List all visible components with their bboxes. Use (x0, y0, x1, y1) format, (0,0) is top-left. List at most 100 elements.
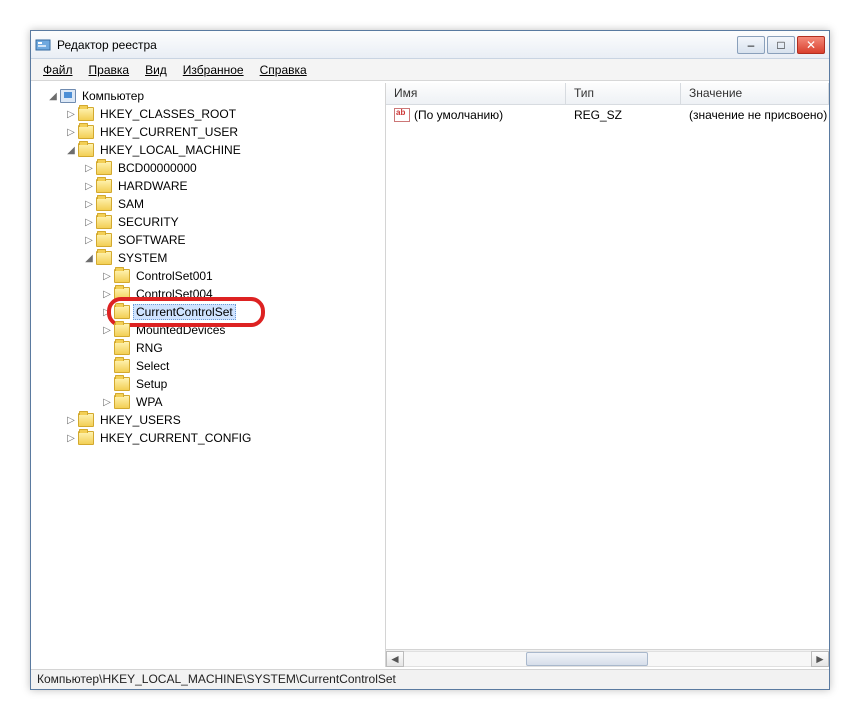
menu-file-label: Файл (43, 63, 73, 77)
expand-icon[interactable]: ▷ (101, 307, 113, 318)
tree-label: RNG (133, 340, 166, 356)
collapse-icon[interactable]: ◢ (65, 145, 77, 156)
column-value[interactable]: Значение (681, 83, 829, 104)
tree-label: HARDWARE (115, 178, 191, 194)
folder-icon (96, 215, 112, 229)
tree-item-system[interactable]: ◢ SYSTEM (33, 249, 385, 267)
tree-label: HKEY_LOCAL_MACHINE (97, 142, 244, 158)
tree-item-currentcontrolset[interactable]: ▷ CurrentControlSet (33, 303, 385, 321)
tree-label: BCD00000000 (115, 160, 200, 176)
tree-item-software[interactable]: ▷ SOFTWARE (33, 231, 385, 249)
value-row-default[interactable]: (По умолчанию) REG_SZ (значение не присв… (386, 105, 829, 125)
scroll-track[interactable] (404, 651, 811, 667)
tree-item-bcd[interactable]: ▷ BCD00000000 (33, 159, 385, 177)
tree-item-hkcc[interactable]: ▷ HKEY_CURRENT_CONFIG (33, 429, 385, 447)
menu-help-label: Справка (260, 63, 307, 77)
expand-icon[interactable]: ▷ (101, 397, 113, 408)
column-type[interactable]: Тип (566, 83, 681, 104)
minimize-button[interactable]: – (737, 36, 765, 54)
menu-edit-label: Правка (89, 63, 130, 77)
menu-edit[interactable]: Правка (83, 61, 136, 79)
expand-icon[interactable]: ▷ (65, 415, 77, 426)
tree-label: MountedDevices (133, 322, 228, 338)
tree-item-setup[interactable]: Setup (33, 375, 385, 393)
menu-help[interactable]: Справка (254, 61, 313, 79)
tree-item-hardware[interactable]: ▷ HARDWARE (33, 177, 385, 195)
tree-item-hkcr[interactable]: ▷ HKEY_CLASSES_ROOT (33, 105, 385, 123)
close-button[interactable]: ✕ (797, 36, 825, 54)
expand-icon[interactable]: ▷ (65, 109, 77, 120)
menu-view[interactable]: Вид (139, 61, 173, 79)
string-value-icon (394, 108, 410, 122)
window-frame: Редактор реестра – □ ✕ Файл Правка Вид И… (30, 30, 830, 690)
tree-item-select[interactable]: Select (33, 357, 385, 375)
tree-item-mounteddevices[interactable]: ▷ MountedDevices (33, 321, 385, 339)
folder-icon (78, 413, 94, 427)
tree-item-rng[interactable]: RNG (33, 339, 385, 357)
collapse-icon[interactable]: ◢ (47, 91, 59, 102)
tree-label: ControlSet004 (133, 286, 216, 302)
folder-icon (78, 143, 94, 157)
menubar: Файл Правка Вид Избранное Справка (31, 59, 829, 81)
menu-file[interactable]: Файл (37, 61, 79, 79)
column-name[interactable]: Имя (386, 83, 566, 104)
folder-icon (114, 395, 130, 409)
tree-item-computer[interactable]: ◢ Компьютер (33, 87, 385, 105)
values-pane: Имя Тип Значение (По умолчанию) REG_SZ (… (386, 83, 829, 667)
expand-icon[interactable]: ▷ (101, 325, 113, 336)
tree-pane[interactable]: ◢ Компьютер ▷ HKEY_CLASSES_ROOT ▷ HKEY_C… (31, 83, 386, 667)
expand-icon[interactable]: ▷ (83, 181, 95, 192)
folder-icon (114, 341, 130, 355)
maximize-icon: □ (777, 38, 784, 52)
value-name-cell: (По умолчанию) (386, 106, 566, 125)
titlebar[interactable]: Редактор реестра – □ ✕ (31, 31, 829, 59)
statusbar-path: Компьютер\HKEY_LOCAL_MACHINE\SYSTEM\Curr… (37, 672, 396, 686)
close-icon: ✕ (806, 38, 816, 52)
tree-item-controlset004[interactable]: ▷ ControlSet004 (33, 285, 385, 303)
expand-icon[interactable]: ▷ (83, 163, 95, 174)
tree-label: HKEY_USERS (97, 412, 184, 428)
tree-item-controlset001[interactable]: ▷ ControlSet001 (33, 267, 385, 285)
tree-item-security[interactable]: ▷ SECURITY (33, 213, 385, 231)
values-body[interactable]: (По умолчанию) REG_SZ (значение не присв… (386, 105, 829, 649)
window-controls: – □ ✕ (737, 36, 825, 54)
folder-icon (114, 323, 130, 337)
value-type-cell: REG_SZ (566, 106, 681, 124)
tree-item-hkcu[interactable]: ▷ HKEY_CURRENT_USER (33, 123, 385, 141)
tree-label: SYSTEM (115, 250, 170, 266)
tree-label: Компьютер (79, 88, 147, 104)
expand-icon[interactable]: ▷ (83, 235, 95, 246)
folder-icon (114, 287, 130, 301)
scroll-right-button[interactable]: ► (811, 651, 829, 667)
tree-item-sam[interactable]: ▷ SAM (33, 195, 385, 213)
tree-label: CurrentControlSet (133, 304, 236, 320)
expand-icon[interactable]: ▷ (101, 289, 113, 300)
tree-label: ControlSet001 (133, 268, 216, 284)
scroll-thumb[interactable] (526, 652, 648, 666)
expand-icon[interactable]: ▷ (65, 127, 77, 138)
folder-icon (96, 251, 112, 265)
expand-icon[interactable]: ▷ (101, 271, 113, 282)
tree-item-wpa[interactable]: ▷ WPA (33, 393, 385, 411)
folder-icon (96, 161, 112, 175)
workarea: ◢ Компьютер ▷ HKEY_CLASSES_ROOT ▷ HKEY_C… (31, 83, 829, 667)
expand-icon[interactable]: ▷ (65, 433, 77, 444)
tree-label: Setup (133, 376, 170, 392)
folder-icon (114, 377, 130, 391)
regedit-icon (35, 37, 51, 53)
maximize-button[interactable]: □ (767, 36, 795, 54)
collapse-icon[interactable]: ◢ (83, 253, 95, 264)
folder-icon (96, 179, 112, 193)
tree-label: HKEY_CURRENT_USER (97, 124, 241, 140)
expand-icon[interactable]: ▷ (83, 199, 95, 210)
expand-icon[interactable]: ▷ (83, 217, 95, 228)
menu-view-label: Вид (145, 63, 167, 77)
scroll-left-button[interactable]: ◄ (386, 651, 404, 667)
menu-favorites[interactable]: Избранное (177, 61, 250, 79)
chevron-right-icon: ► (814, 652, 826, 666)
tree-label: SAM (115, 196, 147, 212)
horizontal-scrollbar[interactable]: ◄ ► (386, 649, 829, 667)
value-name-text: (По умолчанию) (414, 108, 503, 122)
tree-item-hklm[interactable]: ◢ HKEY_LOCAL_MACHINE (33, 141, 385, 159)
tree-item-hku[interactable]: ▷ HKEY_USERS (33, 411, 385, 429)
